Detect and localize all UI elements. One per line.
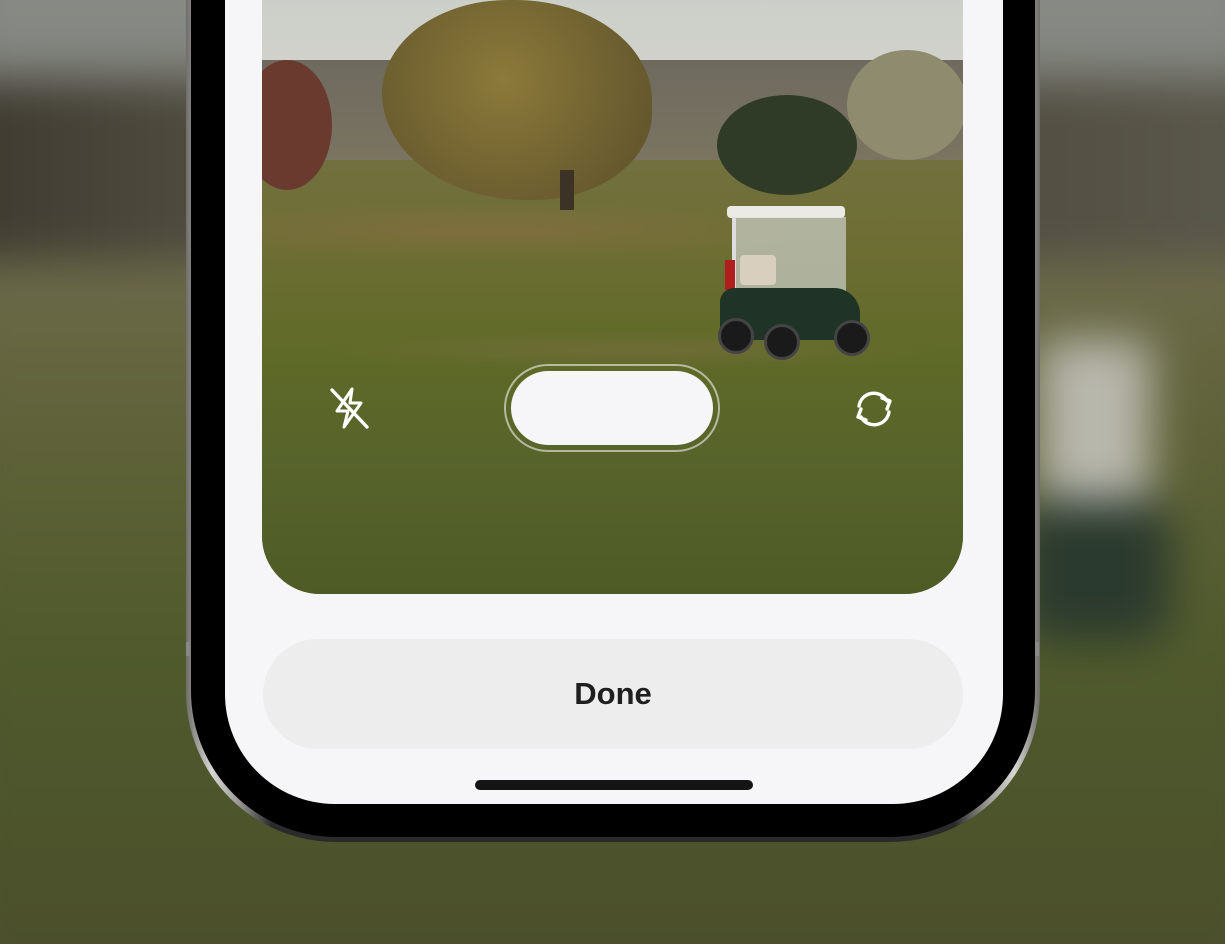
switch-camera-button[interactable] <box>849 384 899 434</box>
done-button-label: Done <box>574 676 652 711</box>
shutter-button[interactable] <box>511 371 713 445</box>
camera-preview <box>262 0 963 594</box>
phone-side-button-left <box>186 642 190 656</box>
home-indicator[interactable] <box>475 780 753 790</box>
phone-screen: Done <box>225 0 1003 804</box>
done-button[interactable]: Done <box>263 639 963 749</box>
flash-off-icon <box>330 387 369 429</box>
app-stage: Done <box>0 0 1225 944</box>
flash-toggle-button[interactable] <box>325 384 373 432</box>
phone-side-button-right <box>1035 642 1039 656</box>
camera-rotate-icon <box>856 391 892 427</box>
